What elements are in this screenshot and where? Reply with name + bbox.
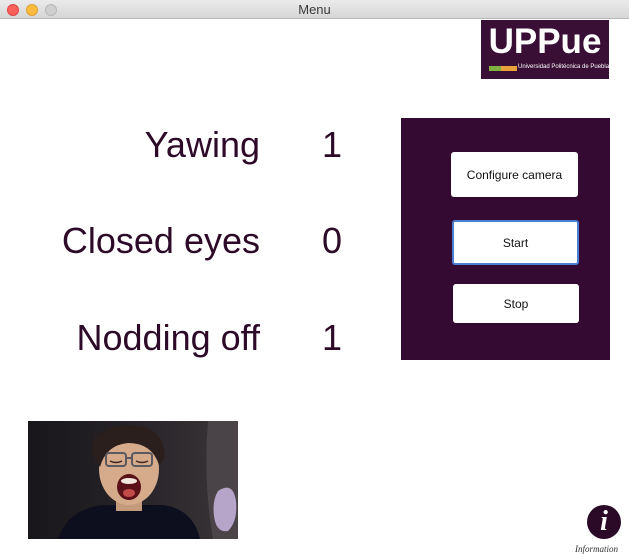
yawing-count: 1 (322, 124, 343, 165)
logo-subtitle: Universidad Politécnica de Puebla (518, 64, 610, 70)
start-button[interactable]: Start (452, 220, 579, 265)
window-title: Menu (298, 2, 331, 17)
info-icon: i (587, 505, 621, 539)
stop-button[interactable]: Stop (453, 284, 579, 323)
closed-eyes-label: Closed eyes (61, 220, 260, 261)
control-panel: Configure camera Start Stop (401, 118, 610, 360)
yawing-label: Yawing (144, 124, 260, 165)
camera-frame-image (28, 421, 238, 539)
nodding-off-label: Nodding off (76, 317, 260, 358)
information-label: Information (575, 544, 619, 554)
uppue-logo: UPPue Universidad Politécnica de Puebla (481, 20, 609, 79)
closed-eyes-count: 0 (322, 220, 343, 261)
window-titlebar: Menu (0, 0, 629, 19)
configure-camera-button[interactable]: Configure camera (451, 152, 578, 197)
camera-preview (28, 421, 238, 539)
nodding-off-count: 1 (322, 317, 343, 358)
logo-text: UPPue (488, 22, 602, 61)
information-button[interactable]: i Information (575, 505, 625, 557)
